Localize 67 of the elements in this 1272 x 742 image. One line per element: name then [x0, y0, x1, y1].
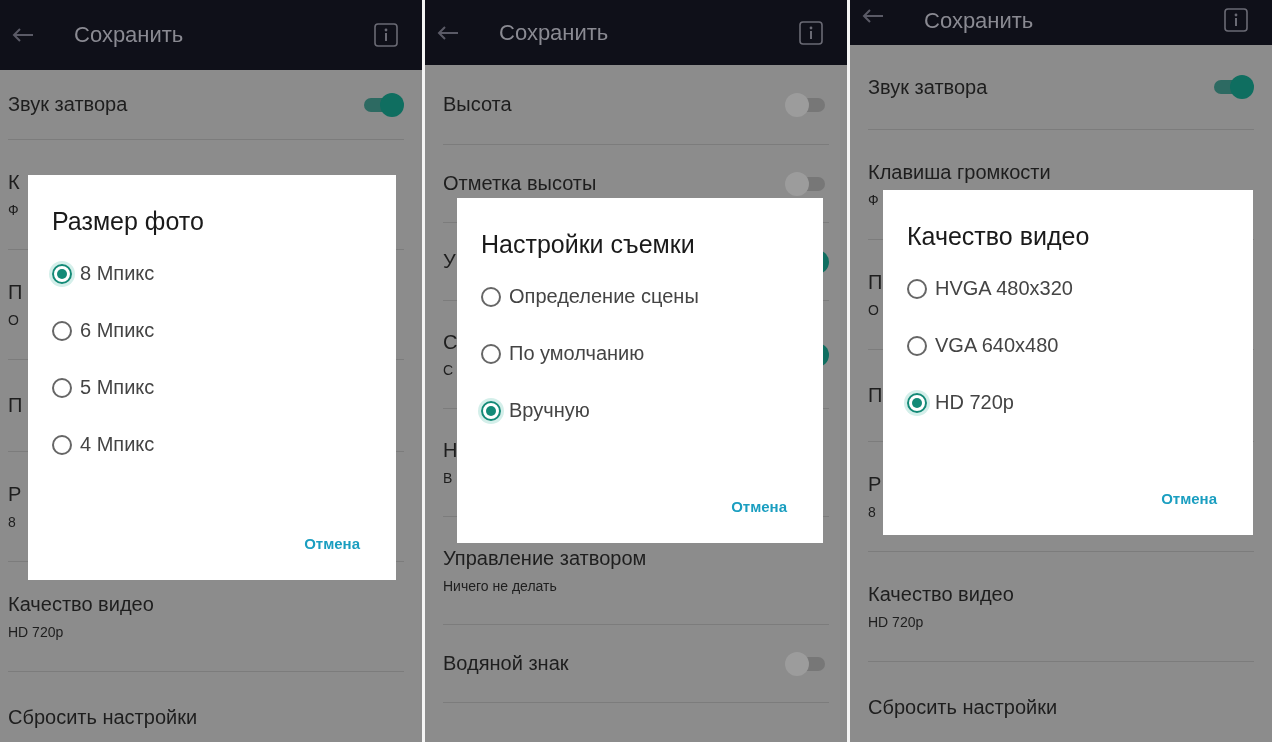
radio-button[interactable] [907, 278, 927, 299]
setting-title[interactable]: С [443, 331, 458, 354]
setting-title[interactable]: Высота [443, 93, 512, 116]
back-arrow-icon[interactable] [437, 24, 459, 41]
option-label[interactable]: Вручную [509, 399, 590, 422]
info-icon[interactable] [799, 20, 823, 45]
setting-title[interactable]: Н [443, 439, 458, 462]
setting-title[interactable]: П [8, 394, 23, 417]
setting-title[interactable]: Сбросить настройки [868, 696, 1058, 719]
option-label[interactable]: 4 Мпикс [80, 433, 155, 456]
save-title[interactable]: Сохранить [499, 19, 799, 46]
setting-value: О [8, 312, 19, 328]
radio-button[interactable] [907, 392, 927, 413]
setting-value: 8 [8, 514, 16, 530]
radio-button[interactable] [52, 263, 72, 284]
option-label[interactable]: 6 Мпикс [80, 319, 155, 342]
setting-title[interactable]: Отметка высоты [443, 172, 597, 195]
option-label[interactable]: Определение сцены [509, 285, 699, 308]
setting-value: Ф [868, 192, 879, 208]
save-title[interactable]: Сохранить [74, 22, 374, 48]
option-label[interactable]: HD 720p [935, 391, 1014, 414]
back-arrow-icon[interactable] [862, 8, 884, 24]
option-label[interactable]: VGA 640x480 [935, 334, 1059, 357]
setting-value: HD 720p [8, 624, 64, 640]
radio-button[interactable] [52, 377, 72, 398]
radio-button[interactable] [52, 320, 72, 341]
setting-value: HD 720p [868, 614, 924, 630]
dialog-title: Настройки съемки [481, 230, 696, 259]
radio-button[interactable] [907, 335, 927, 356]
setting-title[interactable]: Р [8, 483, 22, 506]
option-label[interactable]: По умолчанию [509, 342, 645, 365]
setting-title[interactable]: П [8, 281, 23, 304]
setting-title[interactable]: Клавиша громкости [868, 161, 1051, 184]
setting-title[interactable]: П [868, 271, 883, 294]
info-icon[interactable] [1224, 8, 1248, 32]
back-arrow-icon[interactable] [12, 27, 34, 43]
setting-title[interactable]: П [868, 384, 883, 407]
setting-title[interactable]: Сбросить настройки [8, 706, 198, 729]
setting-value: В [443, 470, 453, 486]
dialog-title: Размер фото [52, 207, 205, 236]
setting-title[interactable]: Качество видео [8, 593, 154, 616]
radio-button[interactable] [52, 434, 72, 455]
option-label[interactable]: 8 Мпикс [80, 262, 155, 285]
setting-value: О [868, 302, 879, 318]
setting-title[interactable]: Звук затвора [8, 93, 128, 116]
setting-title[interactable]: Р [868, 473, 882, 496]
setting-value: Ничего не делать [443, 578, 557, 594]
setting-value: 8 [868, 504, 876, 520]
option-label[interactable]: HVGA 480x320 [935, 277, 1073, 300]
radio-button[interactable] [481, 343, 501, 364]
setting-title[interactable]: Управление затвором [443, 547, 647, 570]
cancel-button[interactable]: Отмена [719, 494, 799, 519]
setting-title[interactable]: К [8, 171, 20, 194]
info-icon[interactable] [374, 23, 398, 47]
cancel-button[interactable]: Отмена [1149, 486, 1229, 511]
setting-value: Ф [8, 202, 19, 218]
setting-title[interactable]: У [443, 250, 456, 273]
dialog-title: Качество видео [907, 222, 1091, 251]
setting-title[interactable]: Звук затвора [868, 75, 988, 99]
setting-title[interactable]: Качество видео [868, 583, 1014, 606]
radio-button[interactable] [481, 286, 501, 307]
save-title[interactable]: Сохранить [924, 8, 1224, 34]
option-label[interactable]: 5 Мпикс [80, 376, 155, 399]
radio-button[interactable] [481, 400, 501, 421]
setting-title[interactable]: Водяной знак [443, 652, 569, 675]
setting-value: С [443, 362, 454, 378]
cancel-button[interactable]: Отмена [292, 531, 372, 556]
